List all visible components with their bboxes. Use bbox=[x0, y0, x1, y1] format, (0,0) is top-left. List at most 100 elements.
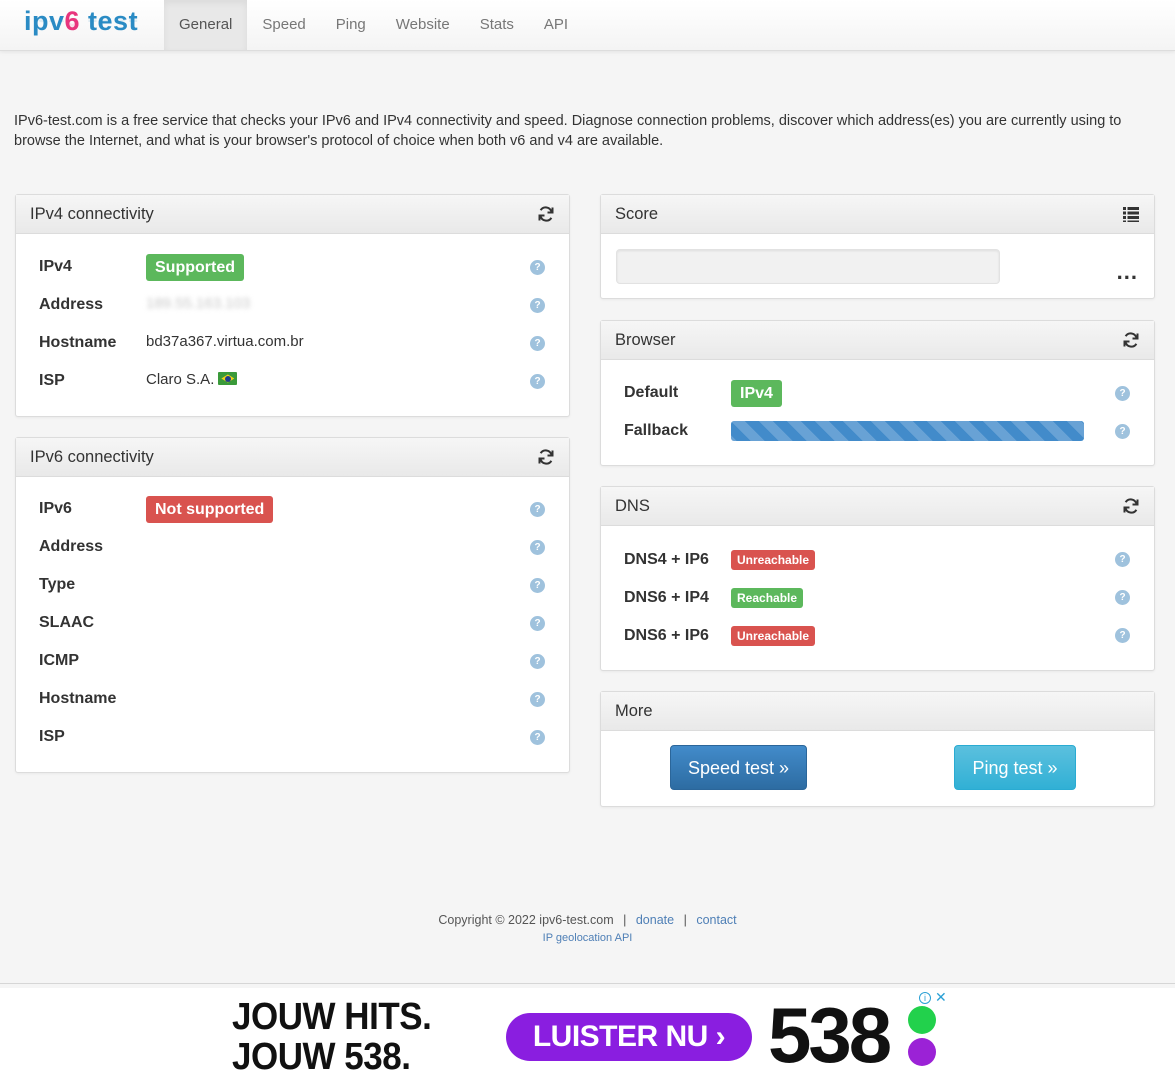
ad-listen-button[interactable]: LUISTER NU › bbox=[506, 1013, 752, 1061]
dns-row: DNS6 + IP6 Unreachable ? bbox=[624, 623, 1134, 649]
nav-general[interactable]: General bbox=[164, 0, 248, 50]
ipv4-panel-heading: IPv4 connectivity bbox=[16, 195, 569, 234]
footer-links: Copyright © 2022 ipv6-test.com | donate … bbox=[0, 911, 1175, 929]
ipv6-panel-heading: IPv6 connectivity bbox=[16, 438, 569, 477]
ipv4-row: IPv4 Supported ? bbox=[39, 254, 549, 281]
refresh-icon[interactable] bbox=[1122, 497, 1140, 515]
icmp-label: ICMP bbox=[39, 652, 79, 669]
address-label: Address bbox=[39, 296, 104, 313]
navbar: ipv6 test ipv6 test General Speed Ping W… bbox=[0, 0, 1175, 51]
help-icon[interactable]: ? bbox=[1115, 386, 1130, 401]
more-panel-heading: More bbox=[601, 692, 1154, 731]
copyright-text: Copyright © 2022 ipv6-test.com bbox=[438, 913, 614, 927]
dns-row-label: DNS6 + IP6 bbox=[624, 627, 709, 644]
help-icon[interactable]: ? bbox=[530, 336, 545, 351]
dns-status-badge: Reachable bbox=[731, 588, 804, 608]
help-icon[interactable]: ? bbox=[1115, 590, 1130, 605]
refresh-icon[interactable] bbox=[1122, 331, 1140, 349]
nav-speed[interactable]: Speed bbox=[247, 0, 320, 50]
more-panel: More Speed test » Ping test » bbox=[600, 691, 1155, 807]
more-panel-title: More bbox=[615, 702, 653, 720]
ad-info-icon[interactable]: i bbox=[919, 992, 931, 1004]
help-icon[interactable]: ? bbox=[530, 260, 545, 275]
help-icon[interactable]: ? bbox=[530, 502, 545, 517]
brazil-flag-icon bbox=[218, 372, 238, 385]
ipv6-panel-title: IPv6 connectivity bbox=[30, 448, 154, 466]
geolocation-api-link[interactable]: IP geolocation API bbox=[543, 932, 633, 944]
ad-green-dot bbox=[908, 1006, 936, 1034]
ipv6-status-badge: Not supported bbox=[146, 496, 274, 523]
ipv4-panel-title: IPv4 connectivity bbox=[30, 205, 154, 223]
dns-status-badge: Unreachable bbox=[731, 550, 816, 570]
footer-separator: | bbox=[683, 913, 687, 927]
help-icon[interactable]: ? bbox=[530, 298, 545, 313]
ad-banner[interactable]: JOUW HITS. JOUW 538. LUISTER NU › 538 i … bbox=[222, 991, 949, 1080]
ad-line-1: JOUW HITS. bbox=[232, 996, 432, 1038]
hostname-label: Hostname bbox=[39, 334, 117, 351]
hostname-label: Hostname bbox=[39, 690, 117, 707]
dns-row-label: DNS4 + IP6 bbox=[624, 551, 709, 568]
ping-test-button[interactable]: Ping test » bbox=[954, 745, 1076, 790]
slaac-label: SLAAC bbox=[39, 614, 95, 631]
help-icon[interactable]: ? bbox=[1115, 552, 1130, 567]
dns-row: DNS4 + IP6 Unreachable ? bbox=[624, 547, 1134, 573]
help-icon[interactable]: ? bbox=[530, 616, 545, 631]
ipv4-address-value: 189.55.163.103 bbox=[146, 295, 251, 312]
help-icon[interactable]: ? bbox=[530, 730, 545, 745]
score-panel: Score ... bbox=[600, 194, 1155, 299]
help-icon[interactable]: ? bbox=[530, 374, 545, 389]
nav-stats[interactable]: Stats bbox=[465, 0, 529, 50]
ipv6-label: IPv6 bbox=[39, 500, 72, 517]
nav-website[interactable]: Website bbox=[381, 0, 465, 50]
ipv4-panel: IPv4 connectivity IPv4 Supported ? Addre… bbox=[15, 194, 570, 417]
browser-panel: Browser Default IPv4 ? Fallback ? bbox=[600, 320, 1155, 466]
main-nav: General Speed Ping Website Stats API bbox=[164, 0, 583, 50]
help-icon[interactable]: ? bbox=[530, 578, 545, 593]
speed-test-button[interactable]: Speed test » bbox=[670, 745, 807, 790]
address-label: Address bbox=[39, 538, 104, 555]
donate-link[interactable]: donate bbox=[636, 913, 674, 927]
footer: Copyright © 2022 ipv6-test.com | donate … bbox=[0, 911, 1175, 947]
fallback-progress-fill bbox=[731, 421, 1084, 441]
help-icon[interactable]: ? bbox=[530, 692, 545, 707]
nav-ping[interactable]: Ping bbox=[321, 0, 381, 50]
isp-row: ISP ? bbox=[39, 724, 549, 750]
dns-panel-title: DNS bbox=[615, 497, 650, 515]
default-row: Default IPv4 ? bbox=[624, 380, 1134, 407]
fallback-progress-bar bbox=[731, 421, 1084, 441]
dns-status-badge: Unreachable bbox=[731, 626, 816, 646]
isp-name: Claro S.A. bbox=[146, 371, 215, 388]
ad-purple-dot bbox=[908, 1038, 936, 1066]
isp-label: ISP bbox=[39, 372, 65, 389]
type-label: Type bbox=[39, 576, 76, 593]
dns-panel: DNS DNS4 + IP6 Unreachable ? DNS6 + IP4 … bbox=[600, 486, 1155, 671]
nav-api[interactable]: API bbox=[529, 0, 583, 50]
footer-separator: | bbox=[623, 913, 627, 927]
dns-row: DNS6 + IP4 Reachable ? bbox=[624, 585, 1134, 611]
ipv6-panel: IPv6 connectivity IPv6 Not supported ? A… bbox=[15, 437, 570, 773]
score-bar bbox=[616, 249, 1000, 284]
score-panel-heading: Score bbox=[601, 195, 1154, 234]
help-icon[interactable]: ? bbox=[530, 654, 545, 669]
ipv4-label: IPv4 bbox=[39, 258, 72, 275]
help-icon[interactable]: ? bbox=[530, 540, 545, 555]
ad-close-icon[interactable]: ✕ bbox=[935, 991, 947, 1004]
dns-panel-heading: DNS bbox=[601, 487, 1154, 526]
refresh-icon[interactable] bbox=[537, 448, 555, 466]
icmp-row: ICMP ? bbox=[39, 648, 549, 674]
help-icon[interactable]: ? bbox=[1115, 424, 1130, 439]
ad-headline: JOUW HITS. JOUW 538. bbox=[232, 996, 432, 1077]
ipv4-hostname-value: bd37a367.virtua.com.br bbox=[146, 333, 304, 350]
score-loading-dots: ... bbox=[1116, 259, 1138, 284]
score-panel-title: Score bbox=[615, 205, 659, 223]
help-icon[interactable]: ? bbox=[1115, 628, 1130, 643]
refresh-icon[interactable] bbox=[537, 205, 555, 223]
contact-link[interactable]: contact bbox=[696, 913, 736, 927]
ad-brand-logo: 538 bbox=[768, 991, 892, 1079]
intro-text: IPv6-test.com is a free service that che… bbox=[14, 113, 1122, 149]
brand-logo[interactable]: ipv6 test ipv6 test bbox=[24, 6, 144, 46]
list-icon[interactable] bbox=[1122, 205, 1140, 223]
hostname-row: Hostname ? bbox=[39, 686, 549, 712]
fallback-label: Fallback bbox=[624, 422, 689, 439]
browser-panel-title: Browser bbox=[615, 331, 676, 349]
